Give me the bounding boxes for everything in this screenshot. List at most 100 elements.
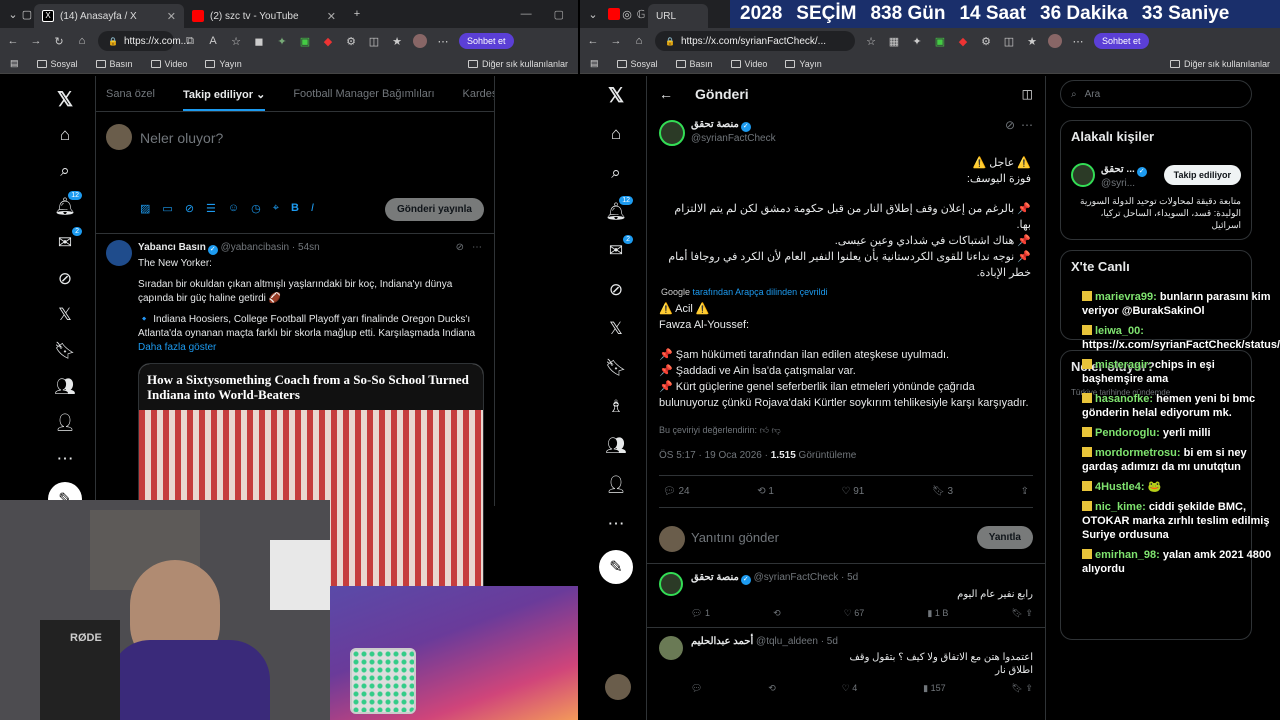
- extension-icon[interactable]: ◆: [321, 34, 335, 48]
- bookmark-folder[interactable]: Basın: [675, 59, 713, 69]
- reply-button[interactable]: 💬︎: [691, 683, 702, 694]
- tab-for-you[interactable]: Sana özel: [106, 88, 155, 111]
- reply-input[interactable]: Yanıtını gönder: [691, 530, 779, 545]
- extensions-icon[interactable]: ⚙: [344, 34, 358, 48]
- related-name[interactable]: تحقق ...: [1101, 164, 1135, 175]
- share-icon[interactable]: 🔖︎ ⇪: [1012, 608, 1033, 619]
- reply-handle[interactable]: @syrianFactCheck · 5d: [754, 572, 859, 583]
- extension-icon[interactable]: ✦: [910, 34, 924, 48]
- forward-icon[interactable]: →: [609, 34, 623, 48]
- post-button[interactable]: Gönderi yayınla: [384, 198, 484, 221]
- x-premium-icon[interactable]: 𝕏: [52, 302, 78, 328]
- post-author[interactable]: منصة تحقق: [691, 119, 739, 130]
- bookmark-folder[interactable]: Sosyal: [616, 59, 658, 69]
- tab-brothers[interactable]: Kardeşler Kıraa: [463, 88, 494, 111]
- post-handle[interactable]: @syrianFactCheck: [691, 132, 1033, 145]
- gif-icon[interactable]: ▭: [162, 202, 172, 215]
- search-icon[interactable]: ⌕: [52, 158, 78, 184]
- more-circle-icon[interactable]: ⋯: [603, 511, 629, 537]
- extension-icon[interactable]: ◆: [956, 34, 970, 48]
- communities-icon[interactable]: 👥︎: [52, 374, 78, 400]
- bookmark-folder[interactable]: Yayın: [785, 59, 822, 69]
- thumbs-down-icon[interactable]: 👎︎: [771, 425, 780, 435]
- bookmark-folder[interactable]: Yayın: [205, 59, 242, 69]
- favorite-star-icon[interactable]: ☆: [229, 34, 243, 48]
- grok-icon[interactable]: ⊘: [185, 202, 194, 215]
- more-icon[interactable]: ⋯: [1021, 118, 1033, 132]
- bookmark-folder[interactable]: Video: [150, 59, 187, 69]
- bookmark-icon[interactable]: 🔖︎: [603, 355, 629, 381]
- repost-button[interactable]: ⟲ 1: [757, 486, 774, 497]
- bookmark-folder[interactable]: Basın: [95, 59, 133, 69]
- tweet-author[interactable]: Yabancı Basın: [138, 242, 206, 253]
- new-tab-icon[interactable]: +: [350, 7, 364, 21]
- show-more-link[interactable]: Daha fazla göster: [138, 341, 484, 355]
- home-icon[interactable]: ⌂: [75, 34, 89, 48]
- workspaces-icon[interactable]: ▢: [20, 7, 34, 21]
- copilot-button[interactable]: Sohbet et: [1094, 33, 1149, 49]
- profile-avatar[interactable]: [413, 34, 427, 48]
- favorites-icon[interactable]: ★: [1025, 34, 1039, 48]
- back-icon[interactable]: ←: [586, 34, 600, 48]
- back-arrow-icon[interactable]: ←: [659, 86, 673, 102]
- translation-link[interactable]: tarafından Arapça dilinden çevrildi: [693, 287, 828, 297]
- tab-youtube[interactable]: (2) szc tv - YouTube ✕: [184, 4, 344, 28]
- close-icon[interactable]: ✕: [327, 10, 336, 23]
- extensions-icon[interactable]: ⚙: [979, 34, 993, 48]
- split-screen-icon[interactable]: ◫: [367, 34, 381, 48]
- profile-avatar[interactable]: [1048, 34, 1062, 48]
- views-button[interactable]: ▮ 157: [923, 683, 945, 694]
- reply-item[interactable]: أحمد عبدالحليم @tqlu_aldeen · 5d اعتمدوا…: [647, 628, 1045, 698]
- messages-icon[interactable]: ✉ 2: [52, 227, 82, 256]
- location-icon[interactable]: ⌖: [273, 202, 279, 215]
- reader-mode-icon[interactable]: ◫: [1022, 87, 1033, 101]
- tab-following[interactable]: Takip ediliyor ⌄: [182, 88, 266, 111]
- italic-icon[interactable]: I: [311, 202, 314, 215]
- reply-author[interactable]: منصة تحقق: [691, 572, 739, 583]
- like-button[interactable]: ♡ 67: [844, 608, 865, 619]
- repost-button[interactable]: ⟲: [773, 608, 781, 619]
- bookmark-button[interactable]: 🔖︎ 3: [932, 486, 953, 497]
- extension-icon[interactable]: ▦: [887, 34, 901, 48]
- tab-menu-icon[interactable]: ⌄: [6, 7, 20, 21]
- read-aloud-icon[interactable]: A: [206, 34, 220, 48]
- close-icon[interactable]: ✕: [167, 10, 176, 23]
- reply-item[interactable]: منصة تحقق ✓ @syrianFactCheck · 5d رابع نف…: [647, 564, 1045, 628]
- like-button[interactable]: ♡ 4: [842, 683, 858, 694]
- grok-icon[interactable]: ⊘: [52, 266, 78, 292]
- extension-icon[interactable]: ▣: [298, 34, 312, 48]
- bookmark-folder[interactable]: Sosyal: [36, 59, 78, 69]
- tab-x-home[interactable]: X (14) Anasayfa / X ✕: [34, 4, 184, 28]
- compose-post-button[interactable]: ✎: [599, 550, 633, 584]
- url-field[interactable]: 🔒 https://x.com...: [98, 31, 189, 51]
- share-icon[interactable]: ⧉: [183, 34, 197, 48]
- more-icon[interactable]: ⋯: [472, 242, 482, 253]
- home-icon[interactable]: ⌂: [632, 34, 646, 48]
- schedule-icon[interactable]: ◷: [251, 202, 261, 215]
- compose-input[interactable]: Neler oluyor?: [140, 130, 223, 146]
- share-icon[interactable]: ⇪: [1021, 486, 1029, 497]
- notifications-bell-icon[interactable]: 🔔︎ 12: [52, 191, 82, 220]
- copilot-button[interactable]: Sohbet et: [459, 33, 514, 49]
- following-button[interactable]: Takip ediliyor: [1163, 165, 1241, 185]
- bookmark-sidebar-icon[interactable]: ▤: [10, 58, 19, 69]
- reply-button[interactable]: 💬︎ 1: [691, 608, 710, 619]
- communities-icon[interactable]: 👥︎: [603, 433, 629, 459]
- grok-icon[interactable]: ⊘: [1005, 118, 1015, 132]
- youtube-favicon-icon[interactable]: [608, 8, 620, 20]
- minimize-icon[interactable]: —: [521, 8, 532, 21]
- search-input[interactable]: ⌕ Ara: [1060, 80, 1252, 108]
- tweet-handle[interactable]: @yabancibasin · 54sn: [221, 242, 320, 253]
- extension-icon[interactable]: ◼: [252, 34, 266, 48]
- profile-icon[interactable]: 👤︎: [52, 410, 78, 436]
- extension-icon[interactable]: ▣: [933, 34, 947, 48]
- refresh-icon[interactable]: ↻: [52, 34, 66, 48]
- more-icon[interactable]: ⋯: [436, 34, 450, 48]
- other-favorites[interactable]: Diğer sık kullanılanlar: [467, 59, 568, 69]
- avatar[interactable]: [659, 120, 685, 146]
- bookmark-folder[interactable]: Video: [730, 59, 767, 69]
- reply-author[interactable]: أحمد عبدالحليم: [691, 636, 753, 647]
- home-icon[interactable]: ⌂: [52, 122, 78, 148]
- tab-icon[interactable]: ◎: [620, 7, 634, 21]
- reply-handle[interactable]: @tqlu_aldeen · 5d: [756, 636, 838, 647]
